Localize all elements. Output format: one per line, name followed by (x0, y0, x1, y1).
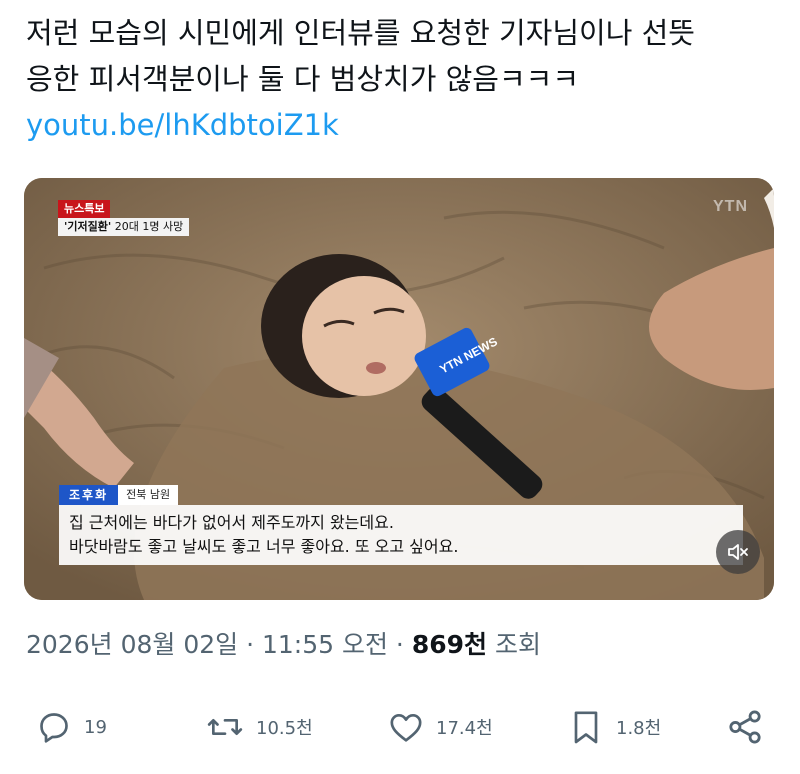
bookmark-count: 1.8천 (616, 718, 662, 739)
like-count: 17.4천 (436, 718, 493, 739)
video-player[interactable]: YTN NEWS 뉴스특보 '기저질환' 20대 1명 사망 YTN 조후화 전… (24, 178, 774, 600)
topic-badge: '기저질환' 20대 1명 사망 (58, 218, 190, 236)
tweet-datetime: 2026년 08월 02일 · 11:55 오전 · (26, 630, 412, 659)
speaker-tag: 조후화 전북 남원 (59, 485, 179, 505)
bookmark-button[interactable]: 1.8천 (566, 700, 661, 754)
caption-line: 바닷바람도 좋고 날씨도 좋고 너무 좋아요. 또 오고 싶어요. (69, 537, 459, 556)
topic-rest: 20대 1명 사망 (111, 220, 184, 233)
action-bar: 19 10.5천 17.4천 1.8천 (26, 700, 776, 754)
view-count: 869천 (411, 630, 488, 659)
news-badge: 뉴스특보 (58, 200, 111, 218)
retweet-count: 10.5천 (256, 718, 313, 739)
tweet-meta: 2026년 08월 02일 · 11:55 오전 · 869천 조회 (26, 625, 541, 661)
tweet-text-line: 저런 모습의 시민에게 인터뷰를 요청한 기자님이나 선뜻 (26, 16, 695, 50)
broadcaster-logo: YTN (713, 198, 748, 215)
tweet-text: 저런 모습의 시민에게 인터뷰를 요청한 기자님이나 선뜻 응한 피서객분이나 … (26, 10, 776, 148)
caption-line: 집 근처에는 바다가 없어서 제주도까지 왔는데요. (69, 513, 394, 532)
view-label: 조회 (487, 630, 541, 659)
share-icon (729, 710, 761, 744)
bookmark-icon (574, 711, 598, 744)
reply-icon (40, 713, 68, 743)
subtitle-caption: 집 근처에는 바다가 없어서 제주도까지 왔는데요. 바닷바람도 좋고 날씨도 … (59, 505, 743, 565)
reply-button[interactable]: 19 (34, 700, 107, 754)
retweet-button[interactable]: 10.5천 (204, 700, 313, 754)
mute-toggle-button[interactable] (716, 530, 760, 574)
reply-count: 19 (84, 716, 107, 738)
share-button[interactable] (724, 700, 766, 754)
speaker-name: 조후화 (59, 485, 119, 505)
video-link[interactable]: youtu.be/lhKdbtoiZ1k (26, 102, 776, 148)
tweet-text-line: 응한 피서객분이나 둘 다 범상치가 않음ㅋㅋㅋ (26, 62, 580, 96)
speaker-muted-icon (728, 544, 748, 560)
heart-icon (390, 714, 422, 742)
like-button[interactable]: 17.4천 (386, 700, 493, 754)
retweet-icon (207, 719, 243, 735)
topic-quote: '기저질환' (64, 220, 112, 233)
face (302, 276, 426, 396)
speaker-region: 전북 남원 (118, 485, 179, 505)
